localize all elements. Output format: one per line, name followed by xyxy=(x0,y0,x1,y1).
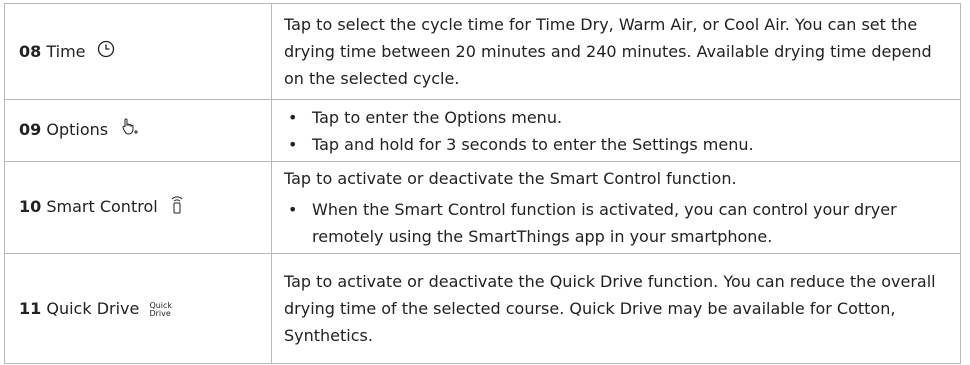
bullet-list: When the Smart Control function is activ… xyxy=(284,196,950,250)
function-name: Time xyxy=(46,41,86,61)
function-number: 11 xyxy=(19,299,42,318)
function-number: 08 xyxy=(19,41,42,61)
table-row: 11 Quick Drive Quick Drive Tap to activa… xyxy=(4,253,961,364)
list-item: When the Smart Control function is activ… xyxy=(284,196,950,250)
list-item: Tap to enter the Options menu. xyxy=(284,104,950,131)
hand-plus-icon xyxy=(119,117,139,145)
function-table: 08 Time Tap to select the cycle time for… xyxy=(4,3,961,364)
function-name: Smart Control xyxy=(46,197,158,217)
table-row: 08 Time Tap to select the cycle time for… xyxy=(4,3,961,100)
function-description: Tap to activate or deactivate the Smart … xyxy=(284,169,737,188)
quick-drive-icon-text-bottom: Drive xyxy=(149,308,171,318)
clock-icon xyxy=(97,39,115,66)
function-name: Options xyxy=(46,120,109,140)
function-description-cell: Tap to activate or deactivate the Smart … xyxy=(271,161,961,254)
table-row: 09 Options Tap to enter the Options menu… xyxy=(4,99,961,162)
function-label-cell: 11 Quick Drive Quick Drive xyxy=(4,253,272,364)
function-description: Tap to select the cycle time for Time Dr… xyxy=(271,3,961,100)
smart-control-icon xyxy=(169,194,185,222)
function-label-cell: 08 Time xyxy=(4,3,272,100)
function-number: 10 xyxy=(19,197,42,217)
function-number: 09 xyxy=(19,120,42,140)
bullet-list: Tap to enter the Options menu. Tap and h… xyxy=(284,104,950,158)
function-name: Quick Drive xyxy=(46,299,140,318)
function-description: Tap to activate or deactivate the Quick … xyxy=(271,253,961,364)
function-label-cell: 09 Options xyxy=(4,99,272,162)
function-label-cell: 10 Smart Control xyxy=(4,161,272,254)
list-item: Tap and hold for 3 seconds to enter the … xyxy=(284,131,950,158)
quick-drive-icon: Quick Drive xyxy=(149,301,172,318)
table-row: 10 Smart Control Tap to activate or deac… xyxy=(4,161,961,254)
function-description-cell: Tap to enter the Options menu. Tap and h… xyxy=(271,99,961,162)
